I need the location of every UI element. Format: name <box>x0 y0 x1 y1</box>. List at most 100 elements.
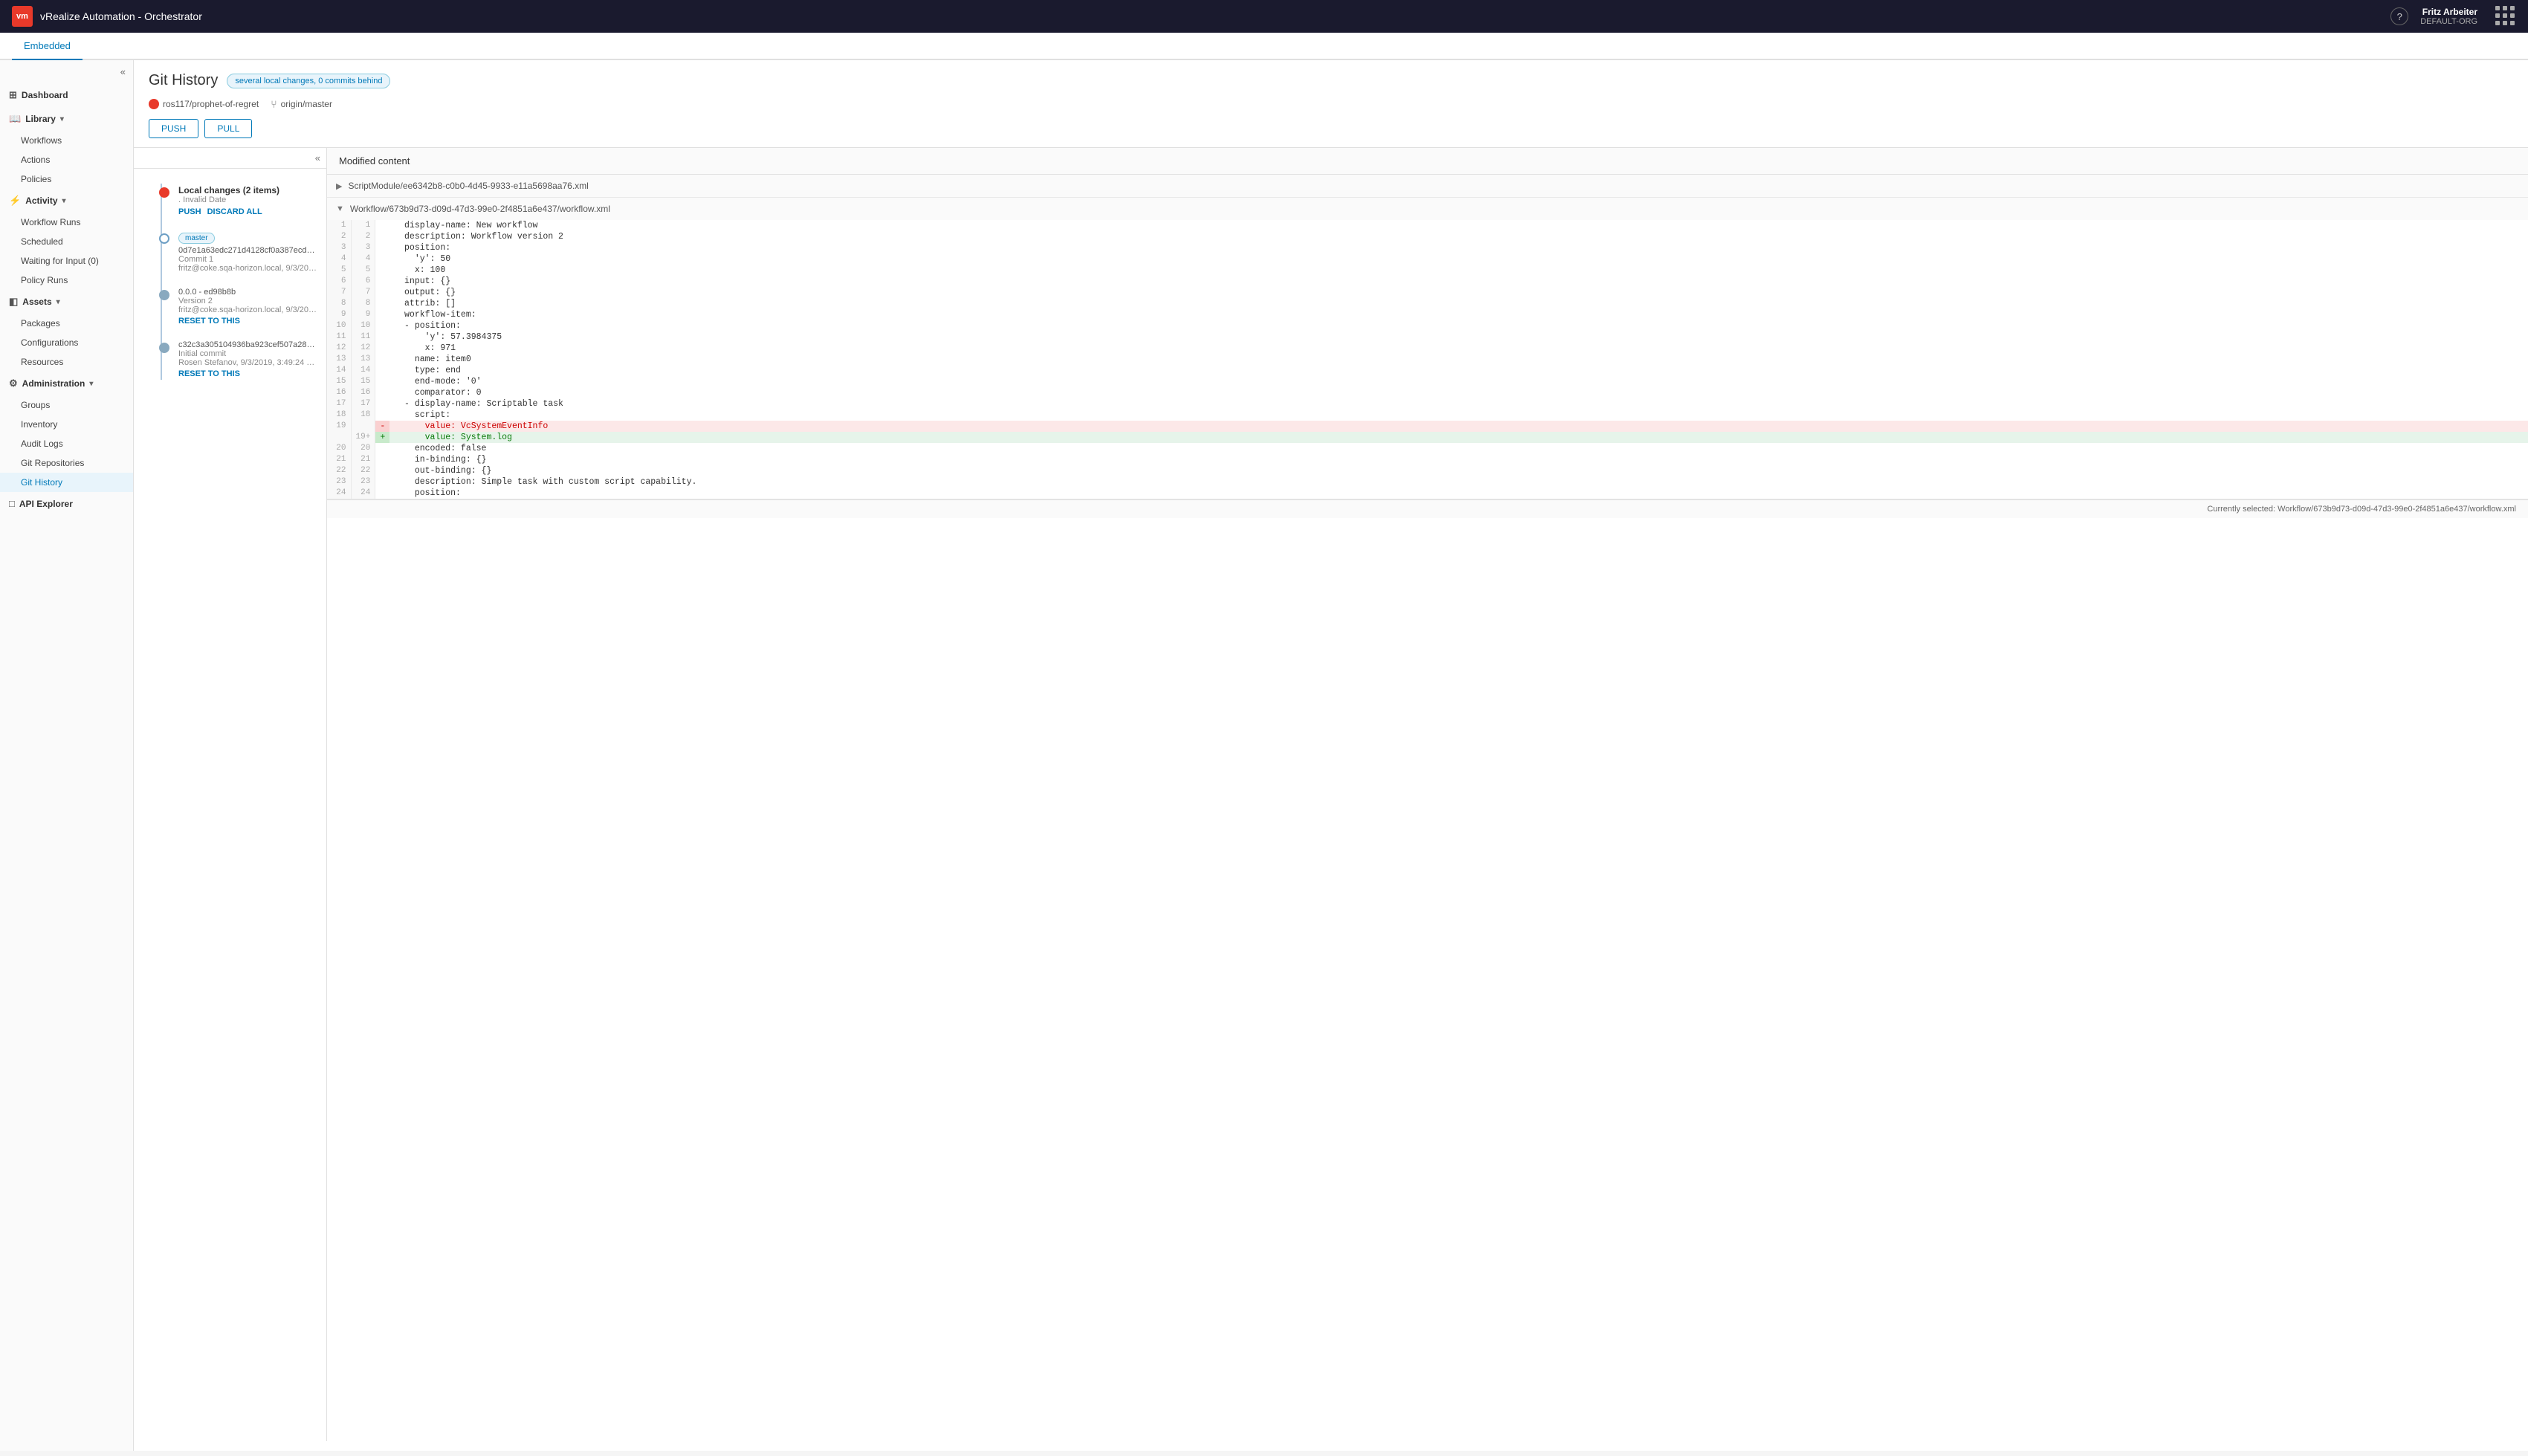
master-commit-entry: master 0d7e1a63edc271d4128cf0a387ecd4808… <box>134 224 326 280</box>
app-grid-button[interactable] <box>2495 6 2516 27</box>
sidebar-item-actions[interactable]: Actions <box>0 150 133 169</box>
line-num-old: 3 <box>327 242 351 253</box>
local-branch-name: ros117/prophet-of-regret <box>163 99 259 109</box>
main-content: Git History several local changes, 0 com… <box>134 60 2528 1451</box>
activity-chevron: ▾ <box>62 197 66 205</box>
sidebar-administration-label: Administration <box>22 378 85 389</box>
line-num-new: 20 <box>351 443 375 454</box>
pull-button[interactable]: PULL <box>204 119 252 138</box>
initial-dot <box>159 343 169 353</box>
line-num-old: 12 <box>327 343 351 354</box>
discard-all-btn[interactable]: DISCARD ALL <box>207 207 262 216</box>
sidebar-item-scheduled[interactable]: Scheduled <box>0 232 133 251</box>
user-name: Fritz Arbeiter <box>2422 7 2477 17</box>
sidebar-item-workflow-runs[interactable]: Workflow Runs <box>0 213 133 232</box>
line-num-new: 5 <box>351 265 375 276</box>
line-num-old: 14 <box>327 365 351 376</box>
line-sign <box>375 387 389 398</box>
line-num-old: 4 <box>327 253 351 265</box>
line-num-old: 13 <box>327 354 351 365</box>
sidebar-section-assets[interactable]: ◧ Assets ▾ <box>0 290 133 314</box>
push-action-btn[interactable]: PUSH <box>178 207 201 216</box>
line-num-new: 23 <box>351 476 375 488</box>
line-num-new: 16 <box>351 387 375 398</box>
line-sign <box>375 253 389 265</box>
line-sign <box>375 298 389 309</box>
line-code: name: item0 <box>389 354 2527 365</box>
sidebar-item-inventory[interactable]: Inventory <box>0 415 133 434</box>
line-code: script: <box>389 410 2527 421</box>
local-branch-dot <box>149 99 159 109</box>
sidebar-item-policies[interactable]: Policies <box>0 169 133 189</box>
help-button[interactable]: ? <box>2390 7 2408 25</box>
action-buttons: PUSH PULL <box>134 116 2528 147</box>
sidebar-item-configurations[interactable]: Configurations <box>0 333 133 352</box>
line-code: x: 971 <box>389 343 2527 354</box>
line-num-new: 19+ <box>351 432 375 443</box>
line-num-new: 21 <box>351 454 375 465</box>
sidebar-item-dashboard[interactable]: ⊞ Dashboard <box>0 83 133 107</box>
line-num-old: 9 <box>327 309 351 320</box>
line-num-old: 17 <box>327 398 351 410</box>
line-code: output: {} <box>389 287 2527 298</box>
line-sign <box>375 454 389 465</box>
sidebar-collapse-button[interactable]: « <box>0 60 133 83</box>
initial-info: c32c3a305104936ba923cef507a28e23897fd...… <box>178 340 317 378</box>
sidebar-item-resources[interactable]: Resources <box>0 352 133 372</box>
master-author: fritz@coke.sqa-horizon.local, 9/3/2019, … <box>178 264 317 273</box>
line-sign <box>375 309 389 320</box>
collapsed-file-entry: ▶ ScriptModule/ee6342b8-c0b0-4d45-9933-e… <box>327 175 2528 198</box>
sidebar-item-git-repositories[interactable]: Git Repositories <box>0 453 133 473</box>
line-code: description: Simple task with custom scr… <box>389 476 2527 488</box>
line-num-old: 5 <box>327 265 351 276</box>
version-reset-btn[interactable]: RESET TO THIS <box>178 317 240 326</box>
line-sign <box>375 242 389 253</box>
push-button[interactable]: PUSH <box>149 119 198 138</box>
collapsed-file-header[interactable]: ▶ ScriptModule/ee6342b8-c0b0-4d45-9933-e… <box>327 175 2528 197</box>
sidebar-section-activity[interactable]: ⚡ Activity ▾ <box>0 189 133 213</box>
line-num-old: 10 <box>327 320 351 331</box>
local-branch: ros117/prophet-of-regret <box>149 99 259 109</box>
line-num-old: 20 <box>327 443 351 454</box>
sidebar-item-git-history[interactable]: Git History <box>0 473 133 492</box>
line-sign <box>375 265 389 276</box>
initial-reset-btn[interactable]: RESET TO THIS <box>178 369 240 378</box>
sidebar-section-administration[interactable]: ⚙ Administration ▾ <box>0 372 133 395</box>
sidebar-item-groups[interactable]: Groups <box>0 395 133 415</box>
sidebar-item-waiting-for-input[interactable]: Waiting for Input (0) <box>0 251 133 271</box>
line-code: 'y': 57.3984375 <box>389 331 2527 343</box>
history-panel: « Local changes (2 items) . Invalid Date… <box>134 148 327 1441</box>
branch-info: ros117/prophet-of-regret ⑂ origin/master <box>134 95 2528 116</box>
line-code: input: {} <box>389 276 2527 287</box>
expanded-file-header[interactable]: ▼ Workflow/673b9d73-d09d-47d3-99e0-2f485… <box>327 198 2528 220</box>
sidebar-item-packages[interactable]: Packages <box>0 314 133 333</box>
history-panel-header: « <box>134 148 326 169</box>
line-sign: - <box>375 421 389 432</box>
activity-icon: ⚡ <box>9 195 21 207</box>
tab-embedded[interactable]: Embedded <box>12 33 83 60</box>
expanded-file-entry: ▼ Workflow/673b9d73-d09d-47d3-99e0-2f485… <box>327 198 2528 499</box>
line-code: workflow-item: <box>389 309 2527 320</box>
sidebar-section-library[interactable]: 📖 Library ▾ <box>0 107 133 131</box>
dashboard-icon: ⊞ <box>9 89 17 101</box>
line-num-old: 21 <box>327 454 351 465</box>
sidebar-assets-label: Assets <box>22 297 51 307</box>
line-num-new: 6 <box>351 276 375 287</box>
sidebar-item-policy-runs[interactable]: Policy Runs <box>0 271 133 290</box>
local-changes-label: Local changes (2 items) <box>178 185 317 195</box>
line-code: position: <box>389 242 2527 253</box>
line-sign <box>375 320 389 331</box>
api-icon: □ <box>9 498 15 509</box>
sidebar-item-workflows[interactable]: Workflows <box>0 131 133 150</box>
line-code: position: <box>389 488 2527 499</box>
split-panel: « Local changes (2 items) . Invalid Date… <box>134 147 2528 1441</box>
local-changes-actions: PUSH DISCARD ALL <box>178 207 317 216</box>
line-code: - display-name: Scriptable task <box>389 398 2527 410</box>
page-header: Git History several local changes, 0 com… <box>134 60 2528 95</box>
line-num-old: 15 <box>327 376 351 387</box>
sidebar-item-audit-logs[interactable]: Audit Logs <box>0 434 133 453</box>
line-num-old: 1 <box>327 220 351 231</box>
sidebar-item-api-explorer[interactable]: □ API Explorer <box>0 492 133 515</box>
line-code: display-name: New workflow <box>389 220 2527 231</box>
history-collapse-icon[interactable]: « <box>315 152 320 164</box>
